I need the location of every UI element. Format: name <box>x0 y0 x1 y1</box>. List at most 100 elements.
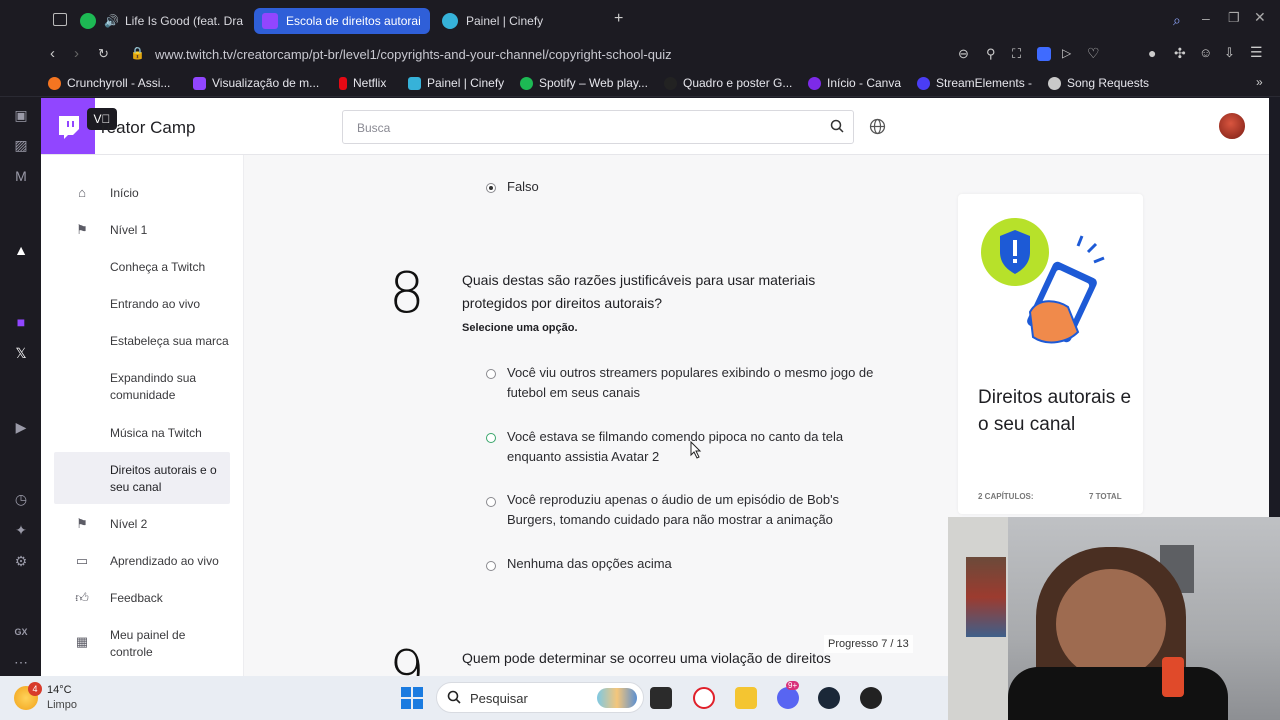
more-bookmarks-icon[interactable]: » <box>1256 75 1263 89</box>
radio-option-1[interactable] <box>486 369 496 379</box>
taskbar: 4 14°C Limpo Pesquisar 9+ <box>0 676 948 720</box>
side-nav: ⌂ Início ⚑ Nível 1 Conheça a Twitch Entr… <box>41 155 244 676</box>
tab-bar: 🔊 Life Is Good (feat. Dra Escola de dire… <box>0 0 1280 40</box>
reload-icon[interactable]: ↻ <box>98 46 109 62</box>
globe-icon[interactable] <box>869 118 886 140</box>
cinefy-icon <box>442 13 458 29</box>
mail-icon[interactable]: M <box>13 168 29 184</box>
nav-item-musica[interactable]: Música na Twitch <box>110 425 202 442</box>
zoom-icon[interactable]: ⊖ <box>958 46 969 62</box>
profile-icon[interactable]: ☺ <box>1199 45 1212 60</box>
bookmark-canva[interactable]: Início - Canva <box>808 76 901 90</box>
download-icon[interactable]: ⇩ <box>1224 45 1235 61</box>
tab-cinefy[interactable]: Painel | Cinefy <box>434 8 610 34</box>
forward-icon[interactable]: › <box>74 45 79 62</box>
gx-icon[interactable]: GX <box>13 624 29 640</box>
maximize-icon[interactable]: ❐ <box>1228 10 1240 26</box>
question-instruction: Selecione uma opção. <box>462 322 578 334</box>
bookmark-netflix[interactable]: Netflix <box>339 76 386 90</box>
nav-item-entrando[interactable]: Entrando ao vivo <box>110 296 200 313</box>
puzzle-icon[interactable]: ✣ <box>1174 45 1186 62</box>
nav-item-marca[interactable]: Estabeleça sua marca <box>110 333 229 350</box>
bookmark-cinefy[interactable]: Painel | Cinefy <box>408 76 504 90</box>
steam-icon[interactable] <box>818 687 840 709</box>
nav-item-inicio[interactable]: Início <box>110 185 139 202</box>
radio-option-3[interactable] <box>486 497 496 507</box>
radio-falso[interactable] <box>486 183 496 193</box>
nav-item-aprendizado[interactable]: Aprendizado ao vivo <box>110 553 219 570</box>
option-3[interactable]: Você reproduziu apenas o áudio de um epi… <box>507 490 887 530</box>
site-logo-text[interactable]: reator Camp <box>101 118 195 138</box>
opera-gx-taskbar-icon[interactable] <box>693 687 715 709</box>
taskbar-search[interactable]: Pesquisar <box>436 682 644 713</box>
nav-item-painel[interactable]: Meu painel de controle <box>110 627 200 661</box>
url-field[interactable]: www.twitch.tv/creatorcamp/pt-br/level1/c… <box>155 47 672 62</box>
webcam-overlay <box>948 517 1280 720</box>
search-highlight-icon <box>597 688 637 708</box>
nav-item-feedback[interactable]: Feedback <box>110 590 163 607</box>
weather-desc[interactable]: Limpo <box>47 699 77 711</box>
x-icon[interactable]: 𝕏 <box>13 345 29 361</box>
tab-label: Painel | Cinefy <box>466 14 544 28</box>
bookmark-quadro[interactable]: Quadro e poster G... <box>664 76 792 90</box>
file-manager-icon[interactable] <box>650 687 672 709</box>
shopping-icon[interactable]: ▣ <box>13 107 29 123</box>
aria-icon[interactable]: ▲ <box>13 242 29 258</box>
option-1[interactable]: Você viu outros streamers populares exib… <box>507 363 887 403</box>
heart-icon[interactable]: ♡ <box>1087 45 1100 62</box>
tab-spotify[interactable]: 🔊 Life Is Good (feat. Dra <box>72 8 248 34</box>
nav-item-conheca[interactable]: Conheça a Twitch <box>110 259 205 276</box>
extensions-icon[interactable]: ✦ <box>13 522 29 538</box>
weather-temp[interactable]: 14°C <box>47 684 72 696</box>
copyright-illustration-icon <box>978 212 1113 357</box>
bookmark-label: Painel | Cinefy <box>427 76 505 90</box>
twitch-icon[interactable]: ■ <box>13 314 29 330</box>
option-falso[interactable]: Falso <box>507 177 539 197</box>
settings-icon[interactable]: ⚙ <box>13 553 29 569</box>
play-icon[interactable]: ▷ <box>1062 46 1071 60</box>
signpost-icon: ⚑ <box>76 516 88 531</box>
new-tab-button[interactable]: + <box>614 10 623 28</box>
menu-icon[interactable]: ☰ <box>1250 44 1263 61</box>
nav-item-expandindo[interactable]: Expandindo sua comunidade <box>110 370 220 404</box>
webcam-face <box>1056 569 1166 679</box>
nav-item-nivel-2[interactable]: Nível 2 <box>110 516 147 533</box>
clock-icon[interactable]: ◷ <box>13 491 29 507</box>
search-input[interactable]: Busca <box>342 110 854 144</box>
nav-item-nivel-1[interactable]: Nível 1 <box>110 222 147 239</box>
workspaces-icon[interactable] <box>53 13 67 26</box>
option-4[interactable]: Nenhuma das opções acima <box>507 554 887 574</box>
folder-icon[interactable] <box>735 687 757 709</box>
windows-start-icon[interactable] <box>401 687 423 714</box>
extension-icon[interactable]: ● <box>1148 45 1156 61</box>
close-icon[interactable]: ✕ <box>1254 9 1266 26</box>
cinefy-icon <box>408 76 421 90</box>
bookmarks-bar: Crunchyroll - Assi... Visualização de m.… <box>0 70 1280 97</box>
more-icon[interactable]: ⋯ <box>13 654 29 670</box>
radio-option-2[interactable] <box>486 433 496 443</box>
back-icon[interactable]: ‹ <box>50 45 55 62</box>
address-bar: ‹ › ↻ 🔒 www.twitch.tv/creatorcamp/pt-br/… <box>0 40 1280 70</box>
player-icon[interactable]: ▶ <box>13 419 29 435</box>
snapshot-icon[interactable]: ⛶ <box>1012 46 1021 62</box>
pin-icon[interactable]: ⚲ <box>986 46 996 62</box>
discord-icon[interactable] <box>777 687 799 709</box>
tab-copyright-school[interactable]: Escola de direitos autorai <box>254 8 430 34</box>
obs-icon[interactable] <box>860 687 882 709</box>
crypto-icon[interactable]: ▨ <box>13 137 29 153</box>
radio-option-4[interactable] <box>486 561 496 571</box>
bookmark-spotify[interactable]: Spotify – Web play... <box>520 76 648 90</box>
minimize-icon[interactable]: – <box>1202 10 1210 26</box>
bookmark-crunchyroll[interactable]: Crunchyroll - Assi... <box>48 76 170 90</box>
vpn-icon[interactable] <box>1037 47 1051 61</box>
tab-label: Life Is Good (feat. Dra <box>124 14 244 28</box>
course-card[interactable]: Direitos autorais e o seu canal 2 CAPÍTU… <box>958 194 1143 514</box>
bookmark-song-requests[interactable]: Song Requests <box>1048 76 1149 90</box>
nav-item-direitos[interactable]: Direitos autorais e o seu canal <box>110 462 225 496</box>
speaker-icon: 🔊 <box>104 14 119 28</box>
avatar[interactable] <box>1218 112 1246 140</box>
search-icon[interactable] <box>830 119 844 138</box>
bookmark-streamelements[interactable]: StreamElements - <box>917 76 1032 90</box>
search-tabs-icon[interactable]: ⌕ <box>1173 12 1181 29</box>
bookmark-visualizacao[interactable]: Visualização de m... <box>193 76 319 90</box>
